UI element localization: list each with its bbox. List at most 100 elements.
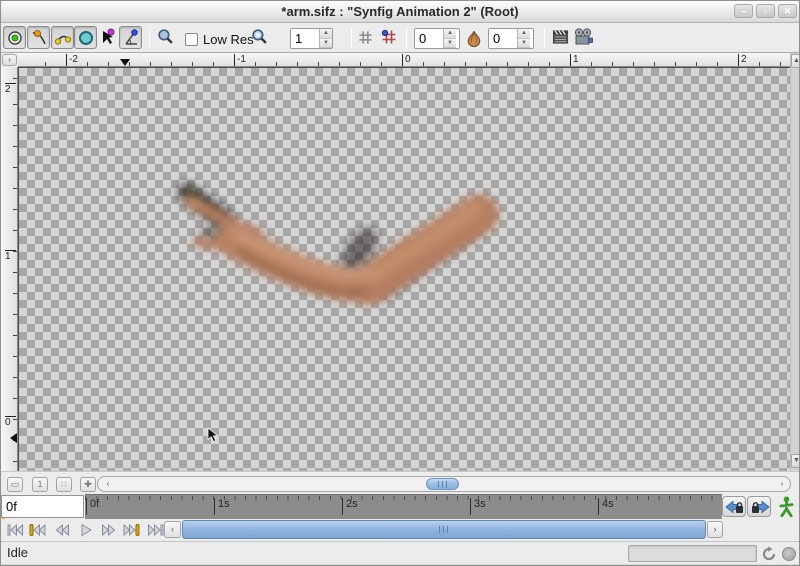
mouse-cursor [207,427,219,443]
past-onion-spinner[interactable]: ▲ ▼ [414,28,460,49]
position-ducks-icon [8,31,22,45]
rewind-button[interactable] [53,522,72,538]
time-scrollbar-thumb[interactable] [182,520,706,539]
show-grid-button[interactable] [358,30,373,50]
ruler-corner-button[interactable]: › [2,54,17,66]
progress-bar [628,545,757,562]
h-ruler-position-marker [120,59,130,66]
h-ruler-label: 0 [402,54,411,66]
magnifier-icon [158,29,173,44]
multi-frame-button[interactable]: ∷ [56,477,72,492]
toolbar-separator [544,28,545,48]
seek-next-keyframe-button[interactable] [123,522,142,538]
canvas-bottom-bar: ▭ 1 ∷ ✚ ‹ › [1,471,799,494]
past-onion-spin-up[interactable]: ▲ [444,29,456,39]
horizontal-ruler[interactable]: -2 -1 0 1 2 [18,53,791,67]
seek-begin-button[interactable] [6,522,25,538]
seek-prev-keyframe-icon [29,523,46,537]
render-button[interactable] [573,28,593,50]
increase-resolution-button[interactable] [251,28,268,50]
timetrack-toggle-button[interactable]: ▭ [7,477,23,492]
low-res-checkbox[interactable] [185,33,198,46]
fast-forward-icon [102,523,116,537]
h-ruler-label: 2 [738,54,747,66]
future-onion-spin-down[interactable]: ▼ [518,38,530,48]
seek-prev-keyframe-button[interactable] [28,522,47,538]
toggle-tangent-ducks-button[interactable] [51,26,74,49]
drawing-canvas[interactable] [18,67,791,471]
synfig-canvas-window: *arm.sifz : "Synfig Animation 2" (Root) … [0,0,800,566]
angle-ducks-icon [125,29,138,45]
seek-begin-icon [7,523,23,537]
quality-spin-up[interactable]: ▲ [320,29,332,39]
time-label: 0f [86,498,99,515]
h-ruler-label: 1 [570,54,579,66]
play-button[interactable] [77,522,96,538]
future-onion-spin-up[interactable]: ▲ [518,29,530,39]
toggle-width-ducks-button[interactable] [97,26,120,49]
close-button[interactable]: ✕ [778,4,797,18]
seek-end-icon [148,523,164,537]
future-onion-spinner[interactable]: ▲ ▼ [488,28,534,49]
rewind-icon [55,523,69,537]
canvas-vertical-scrollbar[interactable]: ▲ ▼ [790,53,799,471]
future-keyframe-lock-button[interactable] [747,496,771,517]
snap-grid-icon [381,29,396,44]
tangent-ducks-icon [54,35,72,45]
past-onion-input[interactable] [415,29,443,48]
current-time-field[interactable] [1,495,84,521]
snap-grid-button[interactable] [381,29,397,50]
add-frame-button[interactable]: ✚ [80,477,96,492]
scroll-down-icon[interactable]: ▼ [791,454,799,468]
movie-camera-icon [574,28,593,45]
single-frame-button[interactable]: 1 [32,477,48,492]
quality-spin-down[interactable]: ▼ [320,38,332,48]
time-label: 3s [470,498,486,515]
arm-artwork [178,183,499,305]
v-ruler-position-marker [10,433,17,443]
time-label: 4s [598,498,614,515]
preview-button[interactable] [552,29,569,50]
scroll-left-icon[interactable]: ‹ [101,478,115,490]
statusbar: Idle [1,541,799,564]
rerender-button[interactable] [761,546,777,565]
scroll-right-icon[interactable]: › [775,478,789,490]
vertical-ruler-ticks [13,67,17,471]
low-res-label: Low Res [203,32,254,47]
thumb-grip [439,526,440,533]
width-ducks-icon [103,28,115,44]
render-status-light [782,547,796,561]
grid-icon [359,31,372,44]
h-scrollbar-thumb[interactable] [426,478,459,490]
toggle-angle-ducks-button[interactable] [119,26,142,49]
time-label: 2s [342,498,358,515]
decrease-resolution-button[interactable] [157,28,174,50]
toggle-position-ducks-button[interactable] [3,26,26,49]
toggle-radius-ducks-button[interactable] [74,26,97,49]
past-keyframe-lock-button[interactable] [722,496,746,517]
v-ruler-label: 2 [5,83,16,95]
future-onion-input[interactable] [489,29,517,48]
canvas-horizontal-scrollbar[interactable]: ‹ › [97,476,791,492]
onion-skin-icon [467,30,481,48]
scroll-up-icon[interactable]: ▲ [791,54,799,68]
quality-spinner[interactable]: ▲ ▼ [290,28,333,49]
clapperboard-icon [552,30,569,44]
status-text: Idle [7,545,28,560]
past-onion-spin-down[interactable]: ▼ [444,38,456,48]
fast-forward-button[interactable] [100,522,119,538]
maximize-button[interactable]: ▫ [756,4,775,18]
toggle-vertex-ducks-button[interactable] [27,26,50,49]
refresh-icon [762,546,776,561]
time-scroll-right-button[interactable]: › [707,521,723,538]
vertical-ruler[interactable]: 2 1 0 [1,67,18,471]
time-ruler[interactable]: 0f 1s 2s 3s 4s [85,494,722,519]
past-keyframe-lock-icon [725,500,743,514]
current-time-input[interactable] [2,496,76,517]
h-ruler-label: -1 [234,54,246,66]
h-ruler-label: -2 [66,54,78,66]
quality-input[interactable] [291,29,319,48]
time-scroll-left-button[interactable]: ‹ [164,521,181,538]
minimize-button[interactable]: – [734,4,753,18]
onion-skin-toggle[interactable] [465,29,483,53]
